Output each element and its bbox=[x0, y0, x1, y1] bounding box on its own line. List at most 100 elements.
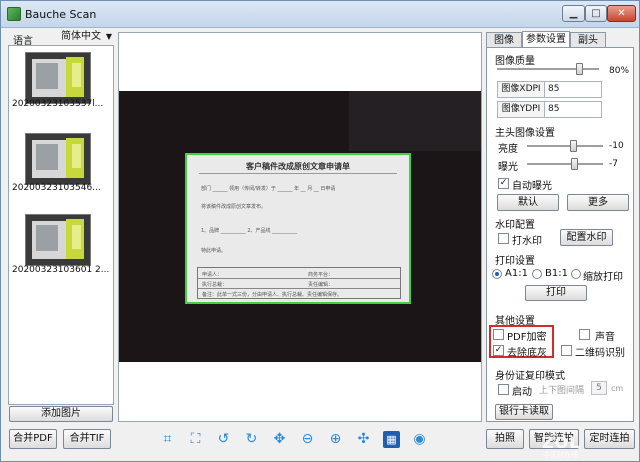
print-button[interactable]: 打印 bbox=[525, 285, 587, 301]
id-start-label: 启动 bbox=[512, 387, 532, 398]
maximize-button[interactable]: □ bbox=[585, 5, 607, 22]
document-line: 特此申请。 bbox=[201, 248, 227, 254]
title-underline bbox=[199, 173, 397, 174]
gap-input[interactable]: 5 bbox=[591, 381, 607, 395]
thumb-doc-shape bbox=[36, 63, 58, 89]
table-cell: 备注：此单一式三份，分由申请人、执行总裁、责任编辑保存。 bbox=[202, 292, 343, 298]
exposure-value: -7 bbox=[609, 159, 618, 169]
watermark-label: 打水印 bbox=[512, 236, 542, 247]
qr-checkbox[interactable] bbox=[561, 345, 572, 356]
watermark-checkbox[interactable] bbox=[498, 233, 509, 244]
app-logo-icon bbox=[7, 7, 21, 21]
select-frame-icon[interactable]: ⌗ bbox=[159, 431, 176, 448]
zoom-out-icon[interactable]: ⊖ bbox=[299, 431, 316, 448]
camera-switch-icon[interactable]: ◉ bbox=[411, 431, 428, 448]
sound-label: 声音 bbox=[595, 332, 615, 343]
language-value: 简体中文 bbox=[61, 31, 101, 42]
document-line: 1、品牌 __________ 2、产品线 __________ bbox=[201, 228, 298, 234]
exposure-slider-track[interactable] bbox=[527, 163, 603, 165]
brightness-slider-handle[interactable] bbox=[569, 140, 577, 152]
radio-scale-label: 缩放打印 bbox=[583, 272, 623, 283]
thumb-card-shape bbox=[72, 144, 81, 168]
auto-exposure-label: 自动曝光 bbox=[512, 181, 552, 192]
table-cell: 责任编辑： bbox=[308, 282, 334, 288]
crop-icon[interactable]: ⛶ bbox=[187, 431, 204, 448]
window-title: Bauche Scan bbox=[25, 8, 97, 21]
brightness-value: -10 bbox=[609, 141, 624, 151]
thumbnail-image[interactable] bbox=[25, 52, 91, 104]
zol-watermark-sub: 中关村在线 bbox=[543, 451, 578, 459]
section-watermark: 水印配置 bbox=[495, 220, 535, 231]
scan-preview[interactable]: 客户稿件改成原创文章申请单 部门 ______ 领用（传阅/转发）于 _____… bbox=[118, 32, 482, 422]
more-button[interactable]: 更多 bbox=[567, 194, 629, 211]
radio-b1-label: B1:1 bbox=[545, 268, 568, 279]
quality-slider-handle[interactable] bbox=[575, 63, 583, 75]
pdf-encrypt-checkbox[interactable] bbox=[493, 329, 504, 340]
exposure-label: 曝光 bbox=[498, 162, 518, 173]
exposure-slider-handle[interactable] bbox=[571, 158, 579, 170]
thumbnail-caption: 20200323103601 2... bbox=[12, 265, 110, 275]
pdf-encrypt-label: PDF加密 bbox=[507, 332, 547, 343]
radio-b1[interactable] bbox=[532, 269, 542, 279]
radio-scale[interactable] bbox=[571, 269, 581, 279]
rotate-right-icon[interactable]: ↻ bbox=[243, 431, 260, 448]
rotate-left-icon[interactable]: ↺ bbox=[215, 431, 232, 448]
auto-exposure-checkbox[interactable]: ✓ bbox=[498, 178, 509, 189]
thumbnail-caption: 20200323103546... bbox=[12, 183, 101, 193]
signature-table: 申请人： 商务平台： 执行总裁： 责任编辑： 备注：此单一式三份，分由申请人、执… bbox=[197, 267, 401, 299]
detected-document: 客户稿件改成原创文章申请单 部门 ______ 领用（传阅/转发）于 _____… bbox=[185, 153, 411, 304]
camera-view: 客户稿件改成原创文章申请单 部门 ______ 领用（传阅/转发）于 _____… bbox=[119, 91, 481, 362]
qr-label: 二维码识别 bbox=[575, 348, 625, 359]
title-bar: Bauche Scan ▁ □ ✕ bbox=[1, 1, 639, 28]
tab-image[interactable]: 图像 bbox=[486, 32, 522, 48]
add-image-button[interactable]: 添加图片 bbox=[9, 406, 113, 422]
timed-burst-button[interactable]: 定时连拍 bbox=[584, 429, 635, 449]
film-icon[interactable]: ▦ bbox=[383, 431, 400, 448]
id-start-checkbox[interactable] bbox=[498, 384, 509, 395]
thumb-doc-shape bbox=[36, 144, 58, 170]
document-line: 将该稿件改成原创文章发布。 bbox=[201, 204, 267, 210]
sound-checkbox[interactable] bbox=[579, 329, 590, 340]
ydpi-input[interactable]: 85 bbox=[544, 101, 602, 118]
document-title: 客户稿件改成原创文章申请单 bbox=[246, 162, 350, 171]
quality-value: 80% bbox=[609, 66, 630, 76]
background-shade bbox=[349, 91, 481, 151]
thumbnail-image[interactable] bbox=[25, 133, 91, 185]
bank-card-button[interactable]: 银行卡读取 bbox=[495, 404, 553, 420]
zoom-in-icon[interactable]: ⊕ bbox=[327, 431, 344, 448]
xdpi-label: 图像XDPI bbox=[497, 81, 545, 98]
language-select[interactable]: 简体中文 ▼ bbox=[58, 30, 115, 45]
section-id-copy: 身份证复印模式 bbox=[495, 371, 565, 382]
table-cell: 申请人： bbox=[202, 272, 223, 278]
remove-gray-checkbox[interactable]: ✓ bbox=[493, 345, 504, 356]
parameter-panel: 图像质量 80% 图像XDPI 85 图像YDPI 85 主头图像设置 亮度 -… bbox=[486, 47, 634, 422]
ydpi-label: 图像YDPI bbox=[497, 101, 545, 118]
thumbnail-caption: 20200323103537l... bbox=[12, 99, 104, 109]
merge-tif-button[interactable]: 合并TIF bbox=[63, 429, 111, 449]
section-image-quality: 图像质量 bbox=[495, 56, 535, 67]
default-button[interactable]: 默认 bbox=[497, 194, 559, 211]
configure-watermark-button[interactable]: 配置水印 bbox=[560, 229, 613, 246]
chevron-down-icon: ▼ bbox=[105, 32, 112, 41]
xdpi-input[interactable]: 85 bbox=[544, 81, 602, 98]
tab-sub-camera[interactable]: 副头 bbox=[570, 32, 606, 48]
capture-button[interactable]: 拍照 bbox=[486, 429, 524, 449]
document-line: 部门 ______ 领用（传阅/转发）于 ______ 年 __ 月 __ 日申… bbox=[201, 186, 336, 192]
move-icon[interactable]: ✥ bbox=[271, 431, 288, 448]
close-button[interactable]: ✕ bbox=[607, 5, 636, 22]
brightness-slider-track[interactable] bbox=[527, 145, 603, 147]
gap-label: 上下图间隔 bbox=[539, 386, 585, 396]
quality-slider-track[interactable] bbox=[497, 68, 599, 70]
thumb-card-shape bbox=[72, 225, 81, 249]
thumb-doc-shape bbox=[36, 225, 58, 251]
thumb-card-shape bbox=[72, 63, 81, 87]
section-main-camera: 主头图像设置 bbox=[495, 128, 555, 139]
merge-pdf-button[interactable]: 合并PDF bbox=[9, 429, 57, 449]
minimize-button[interactable]: ▁ bbox=[562, 5, 585, 22]
tab-parameters[interactable]: 参数设置 bbox=[522, 31, 570, 48]
radio-a1[interactable] bbox=[492, 269, 502, 279]
fit-icon[interactable]: ✣ bbox=[355, 431, 372, 448]
thumbnail-list[interactable]: 20200323103537l... 20200323103546... 202… bbox=[8, 45, 114, 405]
remove-gray-label: 去除底灰 bbox=[507, 348, 547, 359]
thumbnail-image[interactable] bbox=[25, 214, 91, 266]
